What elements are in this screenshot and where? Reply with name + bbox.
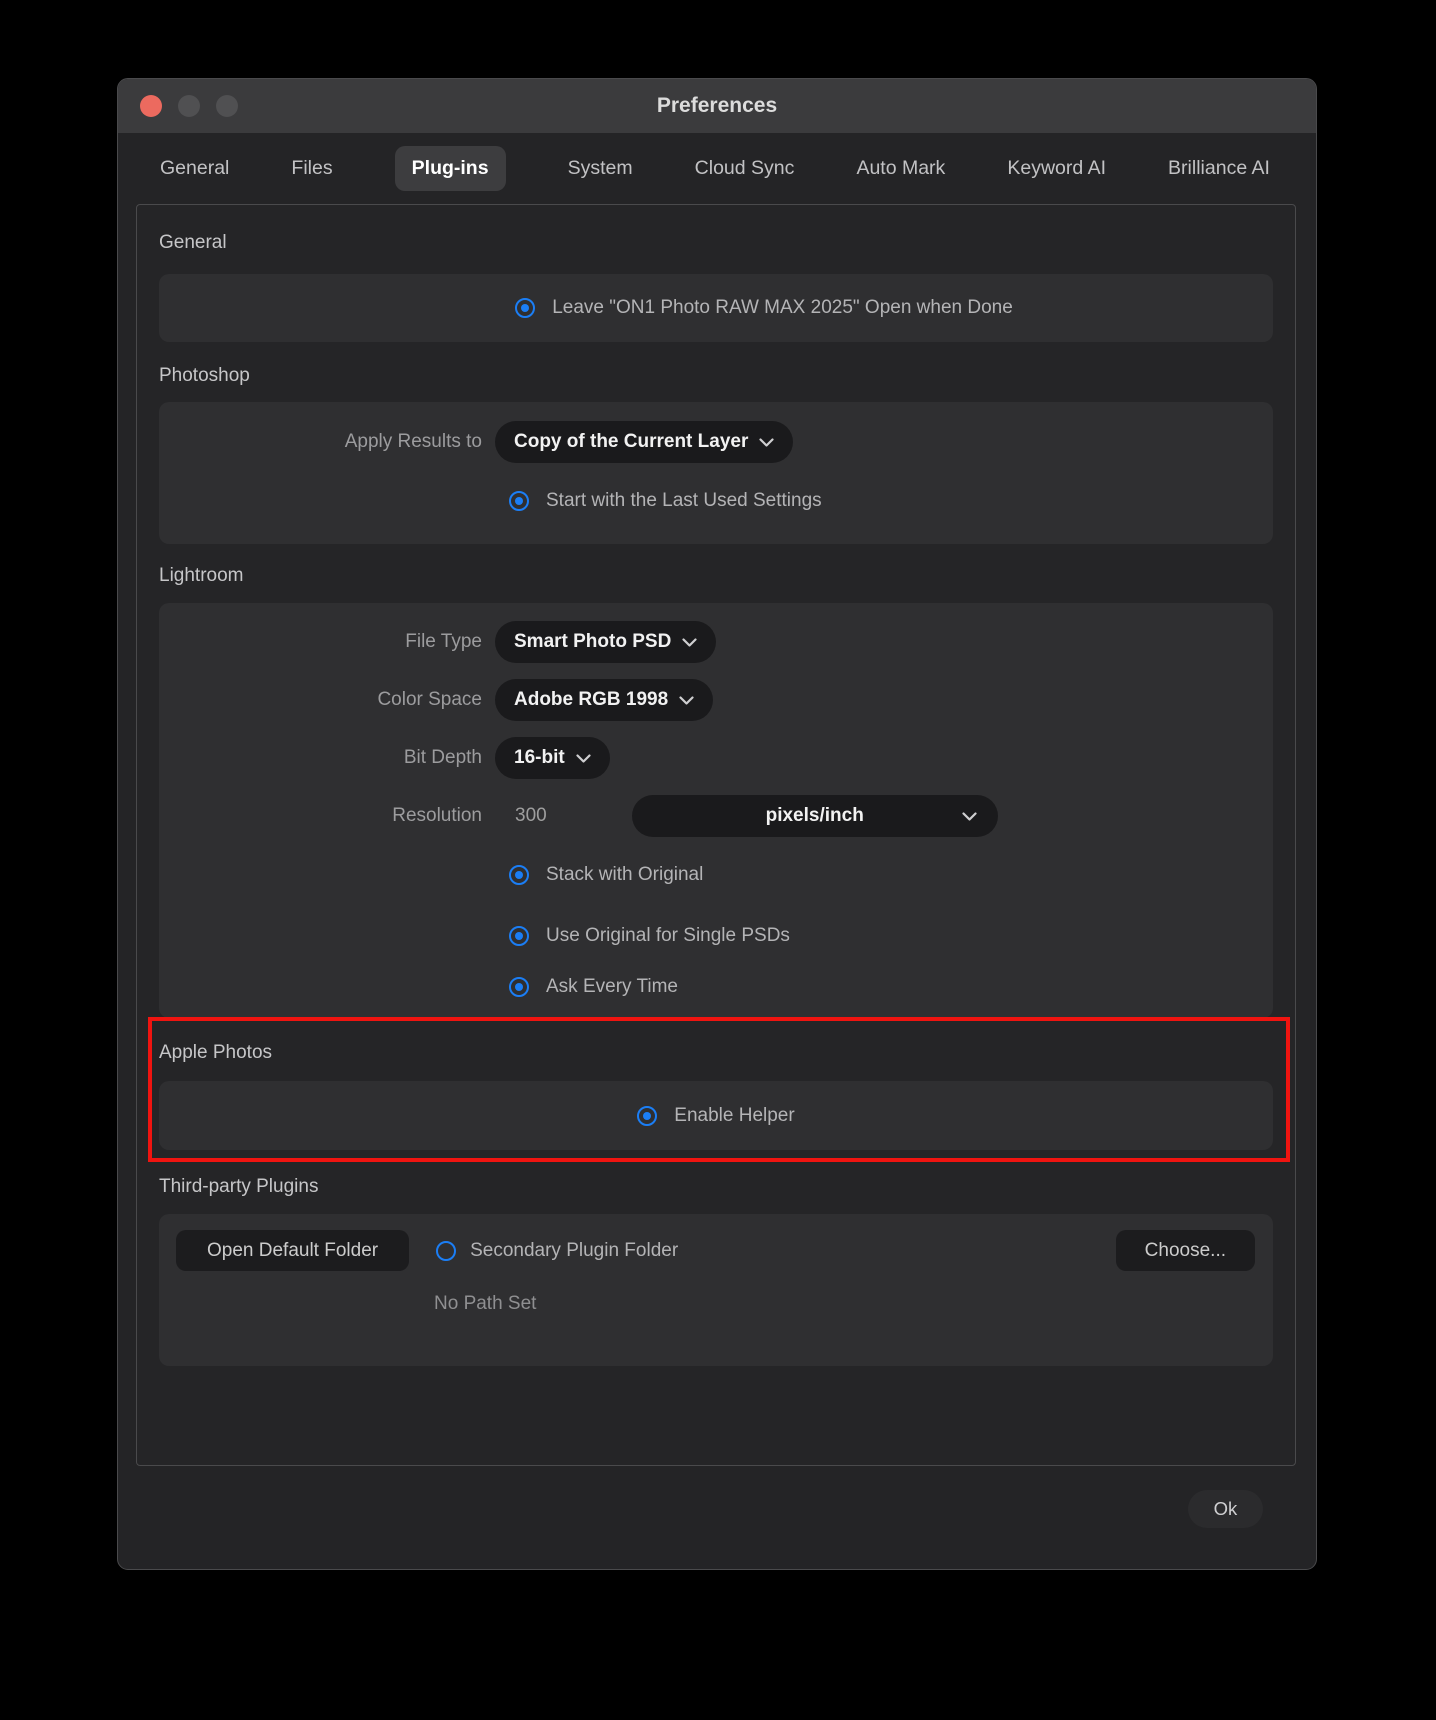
section-label-apple-photos: Apple Photos [159,1042,1273,1064]
tab-system[interactable]: System [568,157,633,180]
stack-with-original-radio[interactable] [509,865,529,885]
bit-depth-label: Bit Depth [179,747,482,769]
secondary-plugin-folder-label: Secondary Plugin Folder [470,1240,678,1262]
start-last-used-radio-row[interactable]: Start with the Last Used Settings [509,480,1253,522]
tab-cloud-sync[interactable]: Cloud Sync [695,157,795,180]
minimize-window-icon[interactable] [178,95,200,117]
tab-files[interactable]: Files [291,157,332,180]
stack-with-original-radio-row[interactable]: Stack with Original [509,854,1253,896]
photoshop-group: Apply Results to Copy of the Current Lay… [159,402,1273,544]
bit-depth-dropdown[interactable]: 16-bit [495,737,610,779]
enable-helper-radio-row[interactable]: Enable Helper [637,1105,794,1127]
section-label-lightroom: Lightroom [159,565,1273,587]
ask-every-time-radio-row[interactable]: Ask Every Time [509,966,1253,1008]
lightroom-group: File Type Smart Photo PSD Color Space Ad… [159,603,1273,1018]
third-party-group: Open Default Folder Secondary Plugin Fol… [159,1214,1273,1366]
ask-every-time-label: Ask Every Time [546,976,678,998]
general-group: Leave "ON1 Photo RAW MAX 2025" Open when… [159,274,1273,342]
dialog-footer: Ok [118,1466,1316,1528]
title-bar[interactable]: Preferences [118,79,1316,133]
start-last-used-radio[interactable] [509,491,529,511]
leave-open-radio-label: Leave "ON1 Photo RAW MAX 2025" Open when… [552,297,1013,319]
close-window-icon[interactable] [140,95,162,117]
section-label-general: General [159,232,1273,254]
preferences-tab-bar: General Files Plug-ins System Cloud Sync… [118,133,1316,204]
resolution-label: Resolution [179,805,482,827]
apply-results-dropdown[interactable]: Copy of the Current Layer [495,421,793,463]
file-type-dropdown[interactable]: Smart Photo PSD [495,621,716,663]
apple-photos-group: Enable Helper [159,1081,1273,1150]
start-last-used-radio-label: Start with the Last Used Settings [546,490,822,512]
resolution-input[interactable]: 300 [515,805,547,827]
chevron-down-icon [682,638,697,647]
secondary-plugin-folder-radio[interactable] [436,1241,456,1261]
color-space-dropdown[interactable]: Adobe RGB 1998 [495,679,713,721]
tab-auto-mark[interactable]: Auto Mark [856,157,945,180]
enable-helper-radio[interactable] [637,1106,657,1126]
use-original-single-psds-radio[interactable] [509,926,529,946]
enable-helper-label: Enable Helper [674,1105,794,1127]
chevron-down-icon [679,696,694,705]
stack-with-original-label: Stack with Original [546,864,703,886]
use-original-single-psds-radio-row[interactable]: Use Original for Single PSDs [509,915,1253,957]
tab-plug-ins[interactable]: Plug-ins [395,146,506,191]
color-space-label: Color Space [179,689,482,711]
traffic-lights [140,79,238,133]
ask-every-time-radio[interactable] [509,977,529,997]
open-default-folder-button[interactable]: Open Default Folder [176,1230,409,1271]
section-label-third-party: Third-party Plugins [159,1176,1273,1198]
plugin-path-status: No Path Set [434,1293,1255,1315]
choose-folder-button[interactable]: Choose... [1116,1230,1255,1271]
window-title: Preferences [118,94,1316,118]
tab-keyword-ai[interactable]: Keyword AI [1007,157,1106,180]
apply-results-label: Apply Results to [179,431,482,453]
chevron-down-icon [576,754,591,763]
leave-open-radio-row[interactable]: Leave "ON1 Photo RAW MAX 2025" Open when… [515,297,1013,319]
chevron-down-icon [962,812,977,821]
resolution-unit-dropdown[interactable]: pixels/inch [632,795,998,837]
section-label-photoshop: Photoshop [159,365,1273,387]
apple-photos-section: Apple Photos Enable Helper [159,1042,1273,1150]
preferences-window: Preferences General Files Plug-ins Syste… [117,78,1317,1570]
leave-open-radio[interactable] [515,298,535,318]
zoom-window-icon[interactable] [216,95,238,117]
plug-ins-settings-panel: General Leave "ON1 Photo RAW MAX 2025" O… [136,204,1296,1466]
file-type-label: File Type [179,631,482,653]
use-original-single-psds-label: Use Original for Single PSDs [546,925,790,947]
tab-general[interactable]: General [160,157,229,180]
tab-brilliance-ai[interactable]: Brilliance AI [1168,157,1270,180]
ok-button[interactable]: Ok [1188,1490,1263,1528]
chevron-down-icon [759,438,774,447]
